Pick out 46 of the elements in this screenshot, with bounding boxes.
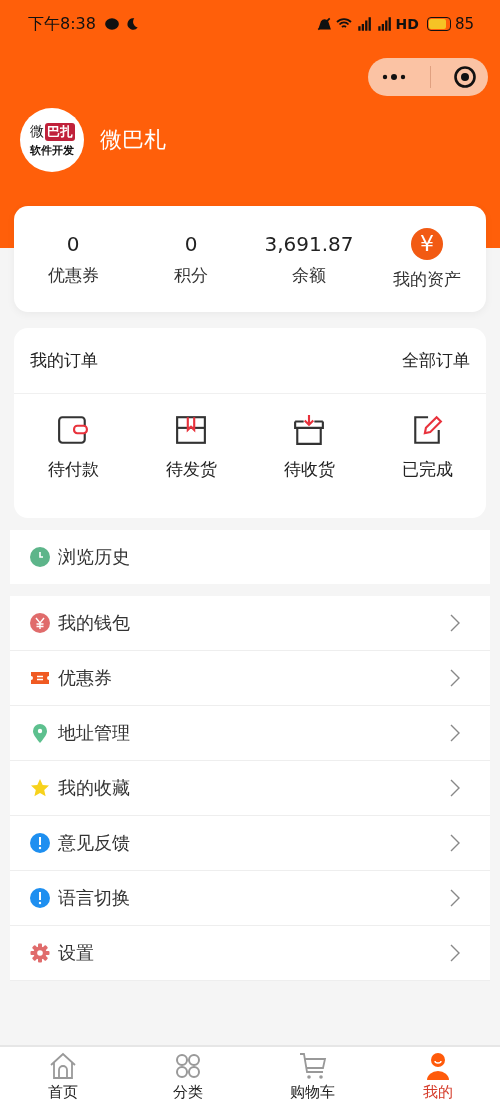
chevron-right-icon bbox=[450, 669, 460, 687]
chevron-right-icon bbox=[450, 834, 460, 852]
menu-item[interactable]: 语言切换 bbox=[10, 871, 490, 926]
package-icon[interactable] bbox=[293, 414, 325, 446]
menu-item[interactable]: 意见反馈 bbox=[10, 816, 490, 871]
stat-label[interactable]: 优惠券 bbox=[47, 263, 99, 287]
cart-icon bbox=[297, 1051, 328, 1081]
battery-percent: 85 bbox=[454, 15, 474, 33]
order-status-label[interactable]: 待发货 bbox=[165, 458, 217, 481]
menu-item[interactable]: 地址管理 bbox=[10, 706, 490, 761]
tab[interactable]: 首页 bbox=[0, 1047, 125, 1111]
avatar[interactable]: 微 巴扎 软件开发 bbox=[20, 108, 84, 172]
status-time: 下午8:38 bbox=[28, 13, 96, 35]
battery-icon bbox=[426, 17, 451, 31]
tab[interactable]: 我的 bbox=[375, 1047, 500, 1111]
signal-icon bbox=[355, 16, 372, 32]
order-status-label[interactable]: 待收货 bbox=[283, 458, 335, 481]
chevron-right-icon bbox=[450, 614, 460, 632]
chevron-right-icon bbox=[450, 889, 460, 907]
menu-item[interactable]: 设置 bbox=[10, 926, 490, 981]
tab[interactable]: 购物车 bbox=[250, 1047, 375, 1111]
menu-item[interactable]: 我的钱包 bbox=[10, 596, 490, 651]
stat-value: 0 bbox=[184, 231, 198, 256]
signal-icon bbox=[375, 16, 392, 32]
order-status-label[interactable]: 已完成 bbox=[401, 458, 453, 481]
menu-item[interactable]: 优惠券 bbox=[10, 651, 490, 706]
chevron-right-icon bbox=[450, 944, 460, 962]
order-status-label[interactable]: 待付款 bbox=[47, 458, 99, 481]
chevron-right-icon bbox=[450, 779, 460, 797]
mute-icon bbox=[315, 16, 332, 32]
all-orders-link[interactable]: 全部订单 bbox=[402, 349, 470, 372]
stat-label[interactable]: 积分 bbox=[174, 263, 208, 287]
user-name: 微巴札 bbox=[100, 126, 166, 154]
section-title: 我的订单 bbox=[30, 349, 98, 372]
menu-item[interactable]: 浏览历史 bbox=[10, 530, 490, 584]
menu-item[interactable]: 我的收藏 bbox=[10, 761, 490, 816]
stat-label[interactable]: 余额 bbox=[292, 263, 326, 287]
network-label: HD bbox=[395, 16, 419, 32]
stat-value: 3,691.87 bbox=[264, 231, 354, 256]
tab[interactable]: 分类 bbox=[125, 1047, 250, 1111]
wallet-icon[interactable] bbox=[57, 414, 89, 446]
stat-label[interactable]: 我的资产 bbox=[393, 267, 461, 291]
stat-value: 0 bbox=[66, 231, 80, 256]
box-icon[interactable] bbox=[175, 414, 207, 446]
chevron-right-icon bbox=[450, 724, 460, 742]
edit-icon[interactable] bbox=[411, 414, 443, 446]
